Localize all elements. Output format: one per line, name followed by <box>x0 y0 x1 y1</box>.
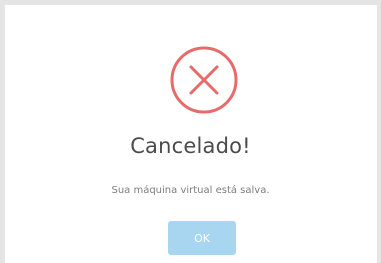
right-border <box>377 0 381 263</box>
alert-dialog: Cancelado! Sua máquina virtual está salv… <box>0 0 381 263</box>
ok-button[interactable]: OK <box>168 221 236 255</box>
dialog-title: Cancelado! <box>130 134 251 158</box>
dialog-message: Sua máquina virtual está salva. <box>111 185 270 196</box>
left-border <box>0 0 5 263</box>
top-border <box>0 0 381 5</box>
close-icon <box>168 44 240 116</box>
